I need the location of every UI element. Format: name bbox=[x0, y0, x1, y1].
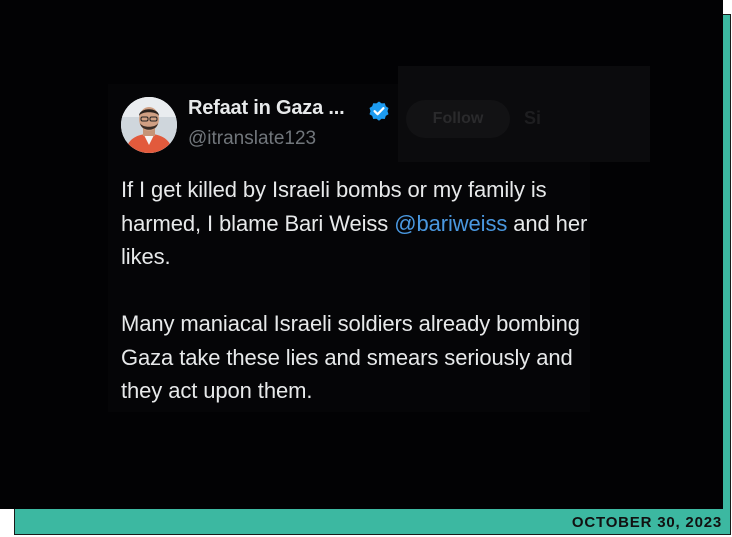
avatar-portrait-icon bbox=[121, 97, 177, 153]
menu-label-fragment: Si bbox=[524, 108, 542, 128]
avatar[interactable] bbox=[121, 97, 177, 153]
follow-button[interactable]: Follow bbox=[406, 100, 510, 138]
tweet-paragraph-2: Many maniacal Israeli soldiers already b… bbox=[121, 311, 580, 403]
user-handle[interactable]: @itranslate123 bbox=[188, 128, 316, 150]
mention-link[interactable]: @bariweiss bbox=[394, 211, 507, 236]
verified-badge-icon bbox=[369, 101, 389, 121]
tweet-screenshot-card: Follow Si Refaat in Gaza ... @itranslate… bbox=[0, 0, 723, 509]
tweet-text: If I get killed by Israeli bombs or my f… bbox=[121, 173, 589, 441]
display-name[interactable]: Refaat in Gaza ... bbox=[188, 97, 345, 120]
tweet-paragraph-1: If I get killed by Israeli bombs or my f… bbox=[121, 173, 589, 274]
graphic-frame: Follow Si Refaat in Gaza ... @itranslate… bbox=[0, 0, 732, 537]
date-label: OCTOBER 30, 2023 bbox=[571, 514, 722, 531]
